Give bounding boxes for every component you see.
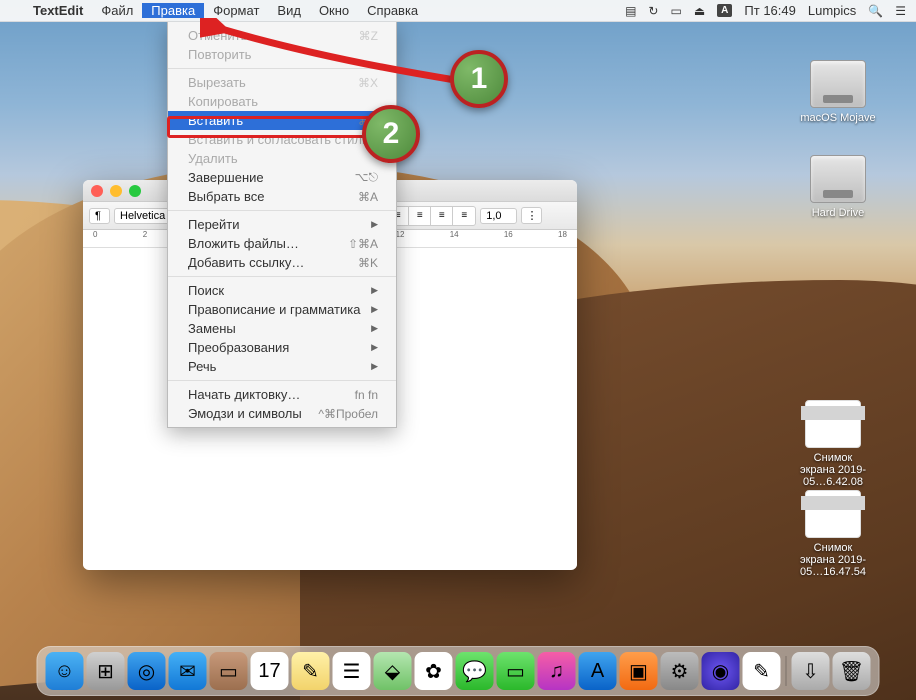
menu-правка[interactable]: Правка — [142, 3, 204, 18]
app-name[interactable]: TextEdit — [24, 3, 92, 18]
menu-справка[interactable]: Справка — [358, 3, 427, 18]
icon-label: Снимок экрана 2019-05…6.42.08 — [795, 452, 871, 488]
dock-contacts[interactable]: ▭ — [210, 652, 248, 690]
window-close-button[interactable] — [91, 185, 103, 197]
dock-itunes[interactable]: ♫ — [538, 652, 576, 690]
menu-item-поиск[interactable]: Поиск — [168, 281, 396, 300]
dock-launchpad[interactable]: ⊞ — [87, 652, 125, 690]
dock-notes[interactable]: ✎ — [292, 652, 330, 690]
menubar-clock[interactable]: Пт 16:49 — [744, 3, 795, 18]
menu-item-перейти[interactable]: Перейти — [168, 215, 396, 234]
menu-окно[interactable]: Окно — [310, 3, 358, 18]
screenshot-icon — [805, 400, 861, 448]
menu-item-начать-диктовку-[interactable]: Начать диктовку…fn fn — [168, 385, 396, 404]
eject-icon[interactable]: ⏏ — [694, 4, 705, 18]
line-spacing-select[interactable]: 1,0 — [480, 208, 516, 224]
menu-item-вложить-файлы-[interactable]: Вложить файлы…⇧⌘A — [168, 234, 396, 253]
menu-вид[interactable]: Вид — [268, 3, 310, 18]
align-center-button[interactable]: ≡ — [409, 207, 431, 225]
dock-appstore[interactable]: A — [579, 652, 617, 690]
dock-reminders[interactable]: ☰ — [333, 652, 371, 690]
notification-center-icon[interactable]: ☰ — [895, 4, 906, 18]
input-language-badge[interactable]: А — [717, 4, 732, 17]
dock-mail[interactable]: ✉ — [169, 652, 207, 690]
annotation-arrow — [200, 18, 470, 108]
menu-item-эмодзи-и-символы[interactable]: Эмодзи и символы^⌘Пробел — [168, 404, 396, 423]
align-justify-button[interactable]: ≡ — [453, 207, 475, 225]
dock-finder[interactable]: ☺ — [46, 652, 84, 690]
menu-item-добавить-ссылку-[interactable]: Добавить ссылку…⌘K — [168, 253, 396, 272]
menu-item-речь[interactable]: Речь — [168, 357, 396, 376]
dock: ☺⊞◎✉▭17✎☰⬙✿💬▭♫A▣⚙◉✎⇩🗑 — [37, 646, 880, 696]
dock-textedit[interactable]: ✎ — [743, 652, 781, 690]
dock-messages[interactable]: 💬 — [456, 652, 494, 690]
timemachine-icon[interactable]: ↻ — [648, 4, 658, 18]
menu-файл[interactable]: Файл — [92, 3, 142, 18]
screenshot-icon — [805, 490, 861, 538]
alignment-group: ≡ ≡ ≡ ≡ — [386, 206, 476, 226]
menu-item-завершение[interactable]: Завершение⌥⎋ — [168, 168, 396, 187]
dock-spotlight[interactable]: ◉ — [702, 652, 740, 690]
paragraph-style-select[interactable]: ¶ — [89, 208, 110, 224]
display-icon[interactable]: ▭ — [670, 4, 681, 18]
dock-downloads[interactable]: ⇩ — [792, 652, 830, 690]
dock-safari[interactable]: ◎ — [128, 652, 166, 690]
menu-item-замены[interactable]: Замены — [168, 319, 396, 338]
menu-item-правописание-и-грамматика[interactable]: Правописание и грамматика — [168, 300, 396, 319]
window-zoom-button[interactable] — [129, 185, 141, 197]
dock-photos[interactable]: ✿ — [415, 652, 453, 690]
window-minimize-button[interactable] — [110, 185, 122, 197]
annotation-callout-1: 1 — [450, 50, 508, 108]
dock-preferences[interactable]: ⚙ — [661, 652, 699, 690]
menu-item-удалить: Удалить — [168, 149, 396, 168]
disk-status-icon[interactable]: ▤ — [625, 4, 636, 18]
menu-формат[interactable]: Формат — [204, 3, 268, 18]
desktop-icon-macos-mojave[interactable]: macOS Mojave — [800, 60, 876, 124]
search-icon[interactable]: 🔍 — [868, 4, 883, 18]
icon-label: macOS Mojave — [800, 112, 876, 124]
dock-books[interactable]: ▣ — [620, 652, 658, 690]
annotation-callout-2: 2 — [362, 105, 420, 163]
disk-icon — [810, 60, 866, 108]
dock-trash[interactable]: 🗑 — [833, 652, 871, 690]
menubar-user[interactable]: Lumpics — [808, 3, 856, 18]
disk-icon — [810, 155, 866, 203]
dock-facetime[interactable]: ▭ — [497, 652, 535, 690]
icon-label: Снимок экрана 2019-05…16.47.54 — [795, 542, 871, 578]
align-right-button[interactable]: ≡ — [431, 207, 453, 225]
menu-item-преобразования[interactable]: Преобразования — [168, 338, 396, 357]
menu-item-выбрать-все[interactable]: Выбрать все⌘A — [168, 187, 396, 206]
dock-maps[interactable]: ⬙ — [374, 652, 412, 690]
list-style-select[interactable]: ⋮ — [521, 207, 542, 224]
desktop-icon-снимок-экрана-2019-05…6.42.08[interactable]: Снимок экрана 2019-05…6.42.08 — [795, 400, 871, 488]
desktop-icon-снимок-экрана-2019-05…16.47.54[interactable]: Снимок экрана 2019-05…16.47.54 — [795, 490, 871, 578]
dock-calendar[interactable]: 17 — [251, 652, 289, 690]
desktop-icon-hard-drive[interactable]: Hard Drive — [800, 155, 876, 219]
icon-label: Hard Drive — [800, 207, 876, 219]
